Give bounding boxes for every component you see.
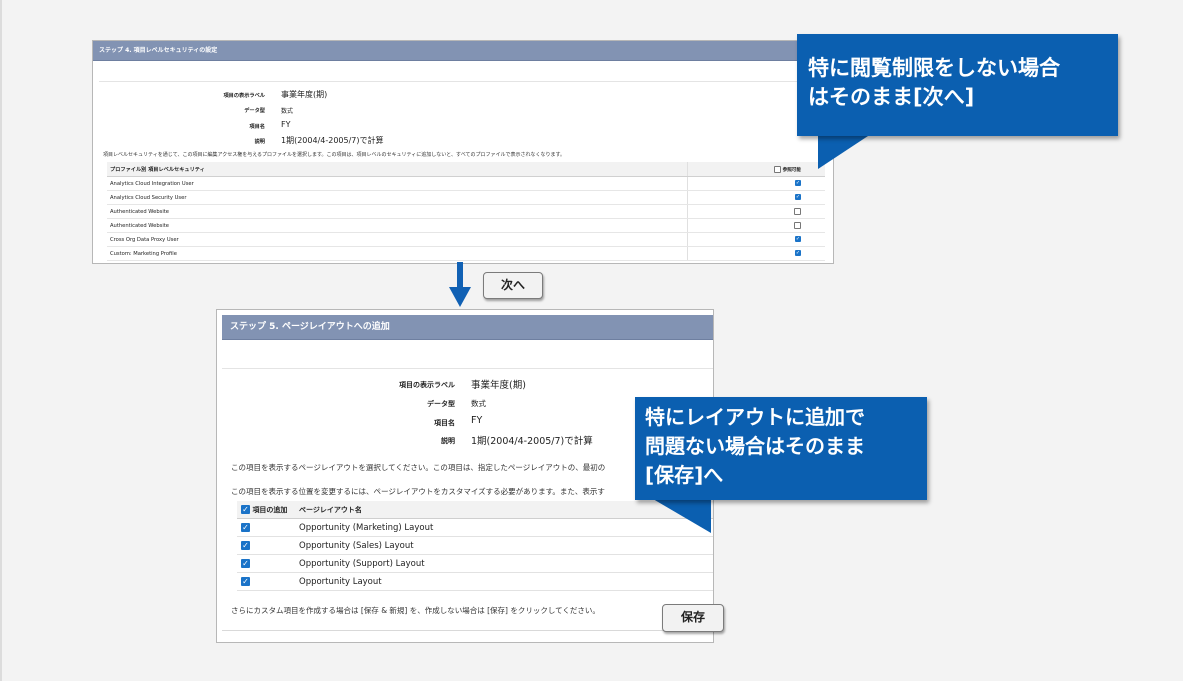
profile-security-table: プロファイル別 項目レベルセキュリティ 参照可能 Analytics Cloud… [107,162,825,261]
visible-checkbox[interactable]: ✓ [795,180,801,187]
down-arrow-icon [457,262,463,288]
table-row: Analytics Cloud Security User ✓ [107,190,825,205]
field-value: FY [471,415,483,426]
divider [222,630,713,631]
callout-pointer [818,136,868,169]
visible-checkbox[interactable]: ✓ [795,236,801,243]
page-layout-table: ✓ 項目の追加 ページレイアウト名 ✓ Opportunity (Marketi… [237,501,713,591]
layout-name: Opportunity (Sales) Layout [295,536,713,555]
field-label-row: 項目の表示ラベル 事業年度(期) [217,375,713,393]
field-label: 項目名 [249,124,265,130]
table-row: ✓ Opportunity (Support) Layout [237,554,713,573]
field-label: データ型 [427,400,455,408]
field-label-row: 項目の表示ラベル 事業年度(期) [93,88,533,102]
step4-panel: ステップ 4. 項目レベルセキュリティの設定 項目の表示ラベル 事業年度(期) … [92,40,834,264]
add-layout-checkbox[interactable]: ✓ [241,558,250,568]
visible-checkbox[interactable] [794,208,801,215]
security-note: 項目レベルセキュリティを通じて、この項目に編集アクセス権を与えるプロファイルを選… [103,152,566,158]
step5-title: ステップ 5. ページレイアウトへの追加 [222,315,713,340]
table-row: Custom: Marketing Profile ✓ [107,246,825,261]
callout-line: [保存]へ [645,463,724,487]
table-header-row: プロファイル別 項目レベルセキュリティ 参照可能 [107,162,825,177]
callout-line: 問題ない場合はそのまま [645,434,865,458]
field-value: FY [281,120,291,129]
table-row: ✓ Opportunity (Marketing) Layout [237,518,713,537]
left-border [0,0,2,681]
table-row: Cross Org Data Proxy User ✓ [107,232,825,247]
profile-name: Custom: Marketing Profile [107,246,688,261]
add-layout-checkbox[interactable]: ✓ [241,522,250,532]
field-value: 事業年度(期) [471,380,526,391]
callout-line: はそのまま[次へ] [808,85,975,109]
add-layout-checkbox[interactable]: ✓ [241,540,250,550]
visible-checkbox[interactable] [794,222,801,229]
visible-checkbox[interactable]: ✓ [795,250,801,257]
data-type-row: データ型 数式 [93,103,533,117]
profile-name: Analytics Cloud Integration User [107,176,688,191]
profile-name: Authenticated Website [107,218,688,233]
field-label: 項目の表示ラベル [223,93,265,99]
visible-label: 参照可能 [782,167,801,173]
profile-name: Cross Org Data Proxy User [107,232,688,247]
add-layout-checkbox[interactable]: ✓ [241,576,250,586]
table-header-row: ✓ 項目の追加 ページレイアウト名 [237,501,713,519]
layout-name: Opportunity Layout [295,572,713,591]
layout-name: Opportunity (Marketing) Layout [295,518,713,537]
select-all-checkbox[interactable]: ✓ [241,505,250,514]
field-value: 数式 [471,399,486,408]
select-all-checkbox[interactable] [773,165,781,173]
table-row: ✓ Opportunity (Sales) Layout [237,536,713,555]
table-row: ✓ Opportunity Layout [237,572,713,591]
callout-next-hint: 特に閲覧制限をしない場合 はそのまま[次へ] [797,34,1118,136]
field-value: 数式 [281,108,294,115]
column-header-visible[interactable]: 参照可能 [687,162,825,177]
field-name-row: 項目名 FY [93,119,533,133]
layout-name: Opportunity (Support) Layout [295,554,713,573]
callout-line: 特に閲覧制限をしない場合 [808,56,1060,80]
visible-checkbox[interactable]: ✓ [795,194,801,201]
callout-save-hint: 特にレイアウトに追加で 問題ない場合はそのまま [保存]へ [635,397,927,500]
next-button[interactable]: 次へ [483,272,543,299]
layout-position-note: この項目を表示する位置を変更するには、ページレイアウトをカスタマイズする必要があ… [231,487,605,496]
callout-line: 特にレイアウトに追加で [645,405,865,429]
layout-note: この項目を表示するページレイアウトを選択してください。この項目は、指定したページ… [231,463,606,472]
column-header-layout: ページレイアウト名 [295,501,713,519]
profile-name: Analytics Cloud Security User [107,190,688,205]
field-label: 説明 [441,437,455,445]
arrow-head-icon [449,287,471,307]
field-label: 項目名 [434,419,455,427]
table-row: Authenticated Website [107,204,825,219]
field-label: 項目の表示ラベル [399,381,455,389]
field-label: データ型 [244,108,265,114]
divider [222,368,713,369]
field-value: 1期(2004/4-2005/7)で計算 [471,436,593,447]
callout-pointer [653,499,711,533]
column-header-profile: プロファイル別 項目レベルセキュリティ [107,162,688,177]
table-row: Analytics Cloud Integration User ✓ [107,176,825,191]
field-value: 事業年度(期) [281,90,328,99]
column-header-add: 項目の追加 [252,505,288,514]
table-row: Authenticated Website [107,218,825,233]
save-button[interactable]: 保存 [662,604,724,632]
step4-title: ステップ 4. 項目レベルセキュリティの設定 [93,41,833,61]
field-label: 説明 [254,139,265,145]
field-value: 1期(2004/4-2005/7)で計算 [281,136,384,145]
description-row: 説明 1期(2004/4-2005/7)で計算 [93,134,533,148]
save-instructions: さらにカスタム項目を作成する場合は [保存 & 新規] を、作成しない場合は [… [231,606,600,615]
divider [99,81,833,82]
profile-name: Authenticated Website [107,204,688,219]
